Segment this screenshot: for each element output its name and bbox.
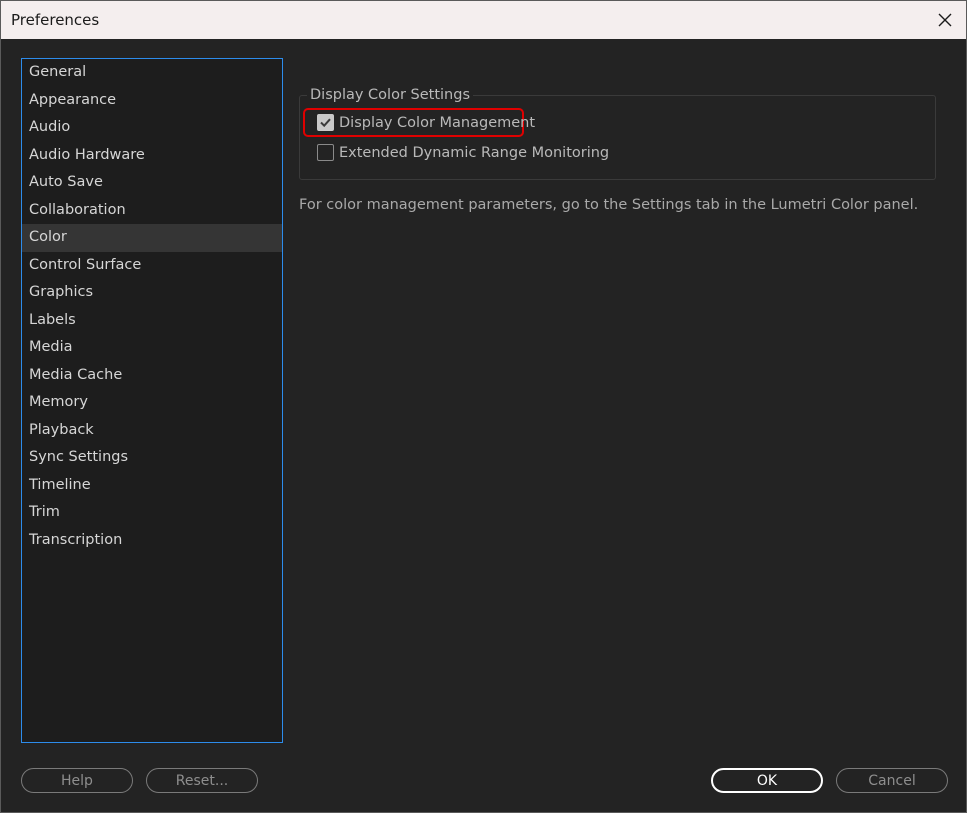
group-title: Display Color Settings — [307, 87, 473, 103]
sidebar-item-transcription[interactable]: Transcription — [22, 527, 282, 555]
window-title: Preferences — [11, 11, 100, 29]
extended-dynamic-range-option[interactable]: Extended Dynamic Range Monitoring — [317, 144, 609, 161]
sidebar-item-appearance[interactable]: Appearance — [22, 87, 282, 115]
sidebar-item-control-surface[interactable]: Control Surface — [22, 252, 282, 280]
ok-button[interactable]: OK — [711, 768, 823, 793]
cancel-button[interactable]: Cancel — [836, 768, 948, 793]
extended-dynamic-range-label: Extended Dynamic Range Monitoring — [339, 144, 610, 161]
help-button[interactable]: Help — [21, 768, 133, 793]
sidebar-item-playback[interactable]: Playback — [22, 417, 282, 445]
sidebar-item-color[interactable]: Color — [22, 224, 282, 252]
category-list[interactable]: General Appearance Audio Audio Hardware Auto… — [21, 58, 283, 743]
display-color-management-checkbox[interactable] — [317, 114, 334, 131]
display-color-management-option[interactable]: Display Color Management — [317, 114, 535, 131]
sidebar-item-media[interactable]: Media — [22, 334, 282, 362]
close-button[interactable] — [932, 7, 958, 33]
sidebar-item-graphics[interactable]: Graphics — [22, 279, 282, 307]
close-icon — [938, 13, 952, 27]
sidebar-item-auto-save[interactable]: Auto Save — [22, 169, 282, 197]
reset-button[interactable]: Reset... — [146, 768, 258, 793]
sidebar-item-memory[interactable]: Memory — [22, 389, 282, 417]
sidebar-item-labels[interactable]: Labels — [22, 307, 282, 335]
checkmark-icon — [320, 118, 331, 128]
sidebar-item-timeline[interactable]: Timeline — [22, 472, 282, 500]
display-color-management-label: Display Color Management — [339, 114, 536, 131]
sidebar-item-audio[interactable]: Audio — [22, 114, 282, 142]
sidebar-item-collaboration[interactable]: Collaboration — [22, 197, 282, 225]
sidebar-item-audio-hardware[interactable]: Audio Hardware — [22, 142, 282, 170]
preferences-dialog: Preferences General Appearance Audio Audio … — [0, 0, 967, 813]
sidebar-item-sync-settings[interactable]: Sync Settings — [22, 444, 282, 472]
sidebar-item-general[interactable]: General — [22, 59, 282, 87]
sidebar-item-trim[interactable]: Trim — [22, 499, 282, 527]
extended-dynamic-range-checkbox[interactable] — [317, 144, 334, 161]
category-items: General Appearance Audio Audio Hardware Auto… — [22, 59, 282, 554]
title-bar: Preferences — [1, 1, 966, 39]
info-text: For color management parameters, go to t… — [299, 197, 919, 213]
sidebar-item-media-cache[interactable]: Media Cache — [22, 362, 282, 390]
